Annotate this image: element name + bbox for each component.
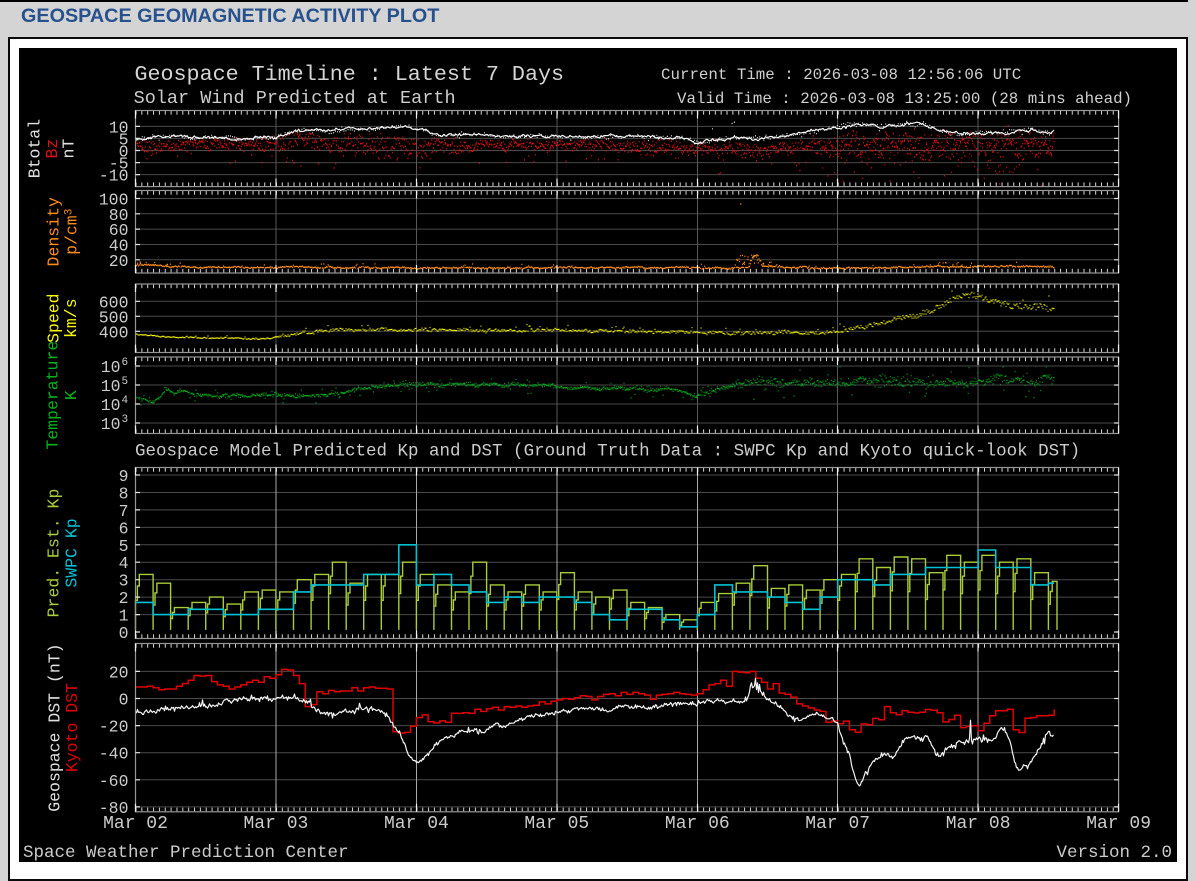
svg-text:5: 5 bbox=[119, 537, 129, 556]
svg-text:Geospace Model Predicted Kp an: Geospace Model Predicted Kp and DST (Gro… bbox=[135, 442, 1080, 462]
svg-text:-60: -60 bbox=[99, 772, 129, 791]
svg-text:Mar 08: Mar 08 bbox=[946, 814, 1011, 834]
svg-text:Valid Time : 2026-03-08 13:25:: Valid Time : 2026-03-08 13:25:00 (28 min… bbox=[677, 90, 1132, 108]
svg-text:9: 9 bbox=[119, 467, 129, 486]
svg-text:-10: -10 bbox=[99, 167, 129, 186]
svg-text:K: K bbox=[62, 390, 81, 400]
svg-text:4: 4 bbox=[122, 395, 129, 407]
svg-text:4: 4 bbox=[119, 554, 129, 573]
svg-text:5: 5 bbox=[122, 376, 129, 388]
svg-text:Version 2.0: Version 2.0 bbox=[1056, 843, 1172, 862]
svg-text:Speed: Speed bbox=[45, 293, 64, 343]
svg-text:20: 20 bbox=[109, 252, 129, 271]
svg-text:Pred. Est. Kp: Pred. Est. Kp bbox=[45, 489, 64, 618]
svg-text:7: 7 bbox=[119, 502, 129, 521]
svg-text:Mar 05: Mar 05 bbox=[524, 814, 589, 834]
svg-text:3: 3 bbox=[119, 572, 129, 591]
svg-text:400: 400 bbox=[99, 323, 129, 342]
svg-text:Temperature: Temperature bbox=[44, 341, 63, 450]
svg-text:Space Weather Prediction Cente: Space Weather Prediction Center bbox=[23, 843, 349, 862]
svg-text:Mar 02: Mar 02 bbox=[103, 814, 168, 834]
svg-text:0: 0 bbox=[119, 624, 129, 643]
svg-text:1: 1 bbox=[119, 607, 129, 626]
svg-text:Mar 06: Mar 06 bbox=[665, 814, 730, 834]
svg-text:Geospace Timeline : Latest 7 D: Geospace Timeline : Latest 7 Days bbox=[135, 62, 564, 87]
svg-text:-20: -20 bbox=[99, 718, 129, 737]
svg-text:2: 2 bbox=[119, 589, 129, 608]
svg-text:Mar 04: Mar 04 bbox=[384, 814, 449, 834]
svg-text:km/s: km/s bbox=[62, 298, 81, 338]
svg-text:Mar 03: Mar 03 bbox=[243, 814, 308, 834]
svg-text:SWPC Kp: SWPC Kp bbox=[63, 518, 82, 587]
svg-text:Mar 09: Mar 09 bbox=[1086, 814, 1151, 834]
svg-text:3: 3 bbox=[122, 414, 129, 426]
svg-text:Density: Density bbox=[45, 197, 64, 266]
svg-text:10: 10 bbox=[101, 358, 121, 377]
svg-text:10: 10 bbox=[101, 377, 121, 396]
svg-text:Geospace DST (nT): Geospace DST (nT) bbox=[46, 643, 65, 811]
svg-text:Solar Wind Predicted at Earth: Solar Wind Predicted at Earth bbox=[134, 88, 456, 109]
svg-text:10: 10 bbox=[101, 415, 121, 434]
svg-text:p/cm3: p/cm3 bbox=[63, 209, 82, 255]
svg-text:Current Time : 2026-03-08 12:5: Current Time : 2026-03-08 12:56:06 UTC bbox=[661, 66, 1021, 84]
svg-text:6: 6 bbox=[119, 519, 129, 538]
svg-text:Mar 07: Mar 07 bbox=[805, 814, 870, 834]
svg-text:Btotal: Btotal bbox=[26, 119, 45, 178]
svg-text:nT: nT bbox=[60, 139, 79, 159]
svg-text:Kyoto DST: Kyoto DST bbox=[63, 683, 82, 772]
svg-text:6: 6 bbox=[122, 357, 129, 369]
svg-text:0: 0 bbox=[119, 691, 129, 710]
svg-text:-40: -40 bbox=[99, 745, 129, 764]
svg-text:20: 20 bbox=[109, 663, 129, 682]
svg-text:10: 10 bbox=[101, 396, 121, 415]
svg-text:8: 8 bbox=[119, 485, 129, 504]
